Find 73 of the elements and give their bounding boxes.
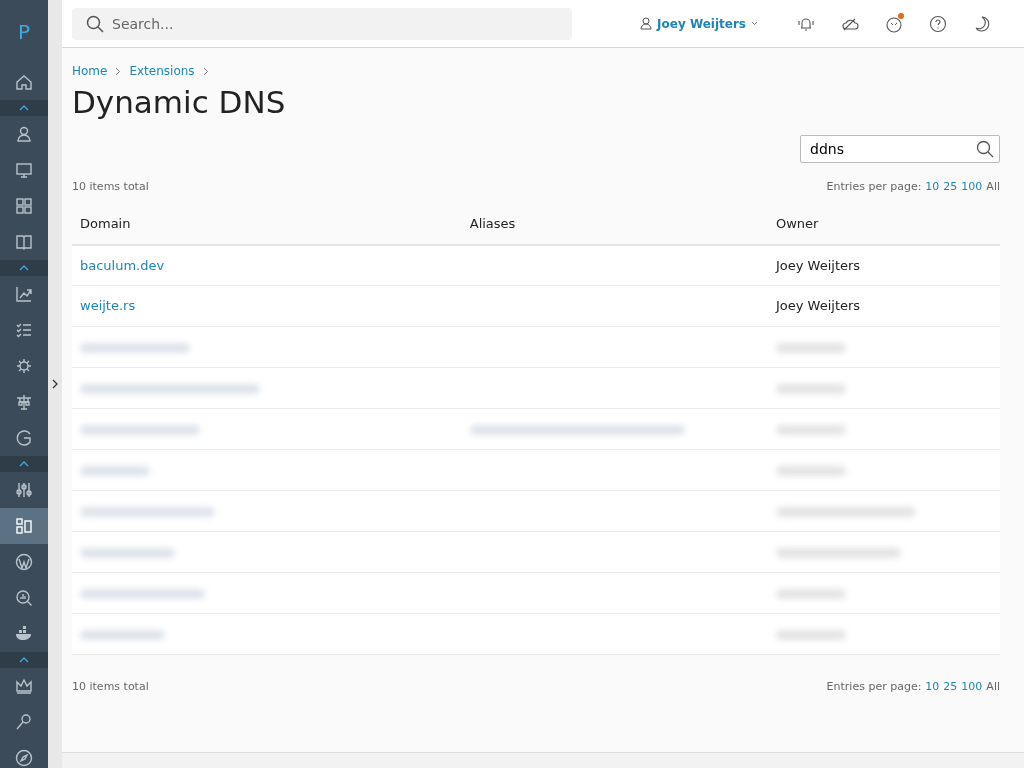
page-size-link[interactable]: 100 [961, 179, 983, 196]
user-menu[interactable]: Joey Weijters [634, 13, 764, 34]
user-icon [640, 17, 653, 30]
chevron-up-icon [19, 265, 29, 271]
user-icon [15, 125, 33, 143]
book-icon [15, 233, 33, 251]
page-size-link[interactable]: 10 [925, 679, 940, 696]
chevron-up-icon [19, 657, 29, 663]
compass-icon [15, 749, 33, 767]
entries-label: Entries per page: [826, 179, 922, 196]
sidebar-handle[interactable] [48, 0, 62, 768]
gear-icon [15, 357, 33, 375]
wordpress-icon [15, 553, 33, 571]
page-size-link[interactable]: 100 [961, 679, 983, 696]
crown-icon [15, 677, 33, 695]
filter-field[interactable]: ddns [800, 135, 1000, 164]
owner-cell: Joey Weijters [768, 285, 1000, 327]
items-total: 10 items total [72, 679, 149, 696]
chevron-right-icon [115, 66, 122, 76]
face-icon [885, 14, 903, 33]
search-field[interactable]: Search... [72, 7, 572, 40]
column-header: Domain [72, 203, 462, 245]
redacted-text [80, 465, 150, 476]
page-size-link[interactable]: 25 [943, 679, 958, 696]
page-size-link[interactable]: 10 [925, 179, 940, 196]
network-icon [15, 393, 33, 411]
domain-link[interactable]: baculum.dev [80, 257, 165, 273]
column-header: Aliases [461, 203, 768, 245]
chevron-up-icon [19, 461, 29, 467]
magnifier-chart-icon [15, 589, 33, 607]
items-total: 10 items total [72, 179, 149, 196]
cloud-off-icon [841, 16, 859, 31]
extensions-icon [15, 517, 33, 535]
search-icon [86, 14, 104, 33]
chart-icon [15, 285, 33, 303]
sidebar-item[interactable] [0, 508, 48, 544]
logo[interactable]: P [0, 0, 48, 64]
redacted-text [776, 383, 846, 394]
owner-cell: Joey Weijters [768, 244, 1000, 286]
page-title: Dynamic DNS [72, 84, 287, 122]
redacted-text [776, 424, 846, 435]
group-toggle[interactable] [0, 652, 48, 668]
chevron-right-icon [51, 379, 59, 389]
redacted-text [776, 465, 846, 476]
breadcrumb-link[interactable]: Home [72, 62, 108, 80]
column-header: Owner [768, 203, 1000, 245]
whale-icon [15, 625, 33, 643]
domain-link[interactable]: weijte.rs [80, 298, 136, 314]
help-icon [929, 14, 947, 33]
chevron-up-icon [19, 105, 29, 111]
entries-label: Entries per page: [826, 679, 922, 696]
chevron-right-icon [202, 66, 209, 76]
home-icon [15, 73, 33, 91]
key-search-icon [15, 713, 33, 731]
page-size-link[interactable]: All [986, 179, 1000, 196]
page-size-link[interactable]: All [986, 679, 1000, 696]
grid-icon [15, 197, 33, 215]
caret-icon [751, 21, 758, 26]
redacted-text [776, 588, 846, 599]
monitor-icon [15, 161, 33, 179]
redacted-text [776, 629, 846, 640]
group-toggle[interactable] [0, 100, 48, 116]
bell-icon [797, 15, 815, 32]
sliders-icon [15, 481, 33, 499]
checklist-icon [15, 321, 33, 339]
group-toggle[interactable] [0, 456, 48, 472]
redacted-text [776, 342, 846, 353]
group-toggle[interactable] [0, 260, 48, 276]
g-letter-icon [15, 429, 33, 447]
breadcrumb-link[interactable]: Extensions [129, 62, 195, 80]
moon-icon [974, 15, 990, 32]
search-icon [976, 140, 994, 159]
page-size-link[interactable]: 25 [943, 179, 958, 196]
